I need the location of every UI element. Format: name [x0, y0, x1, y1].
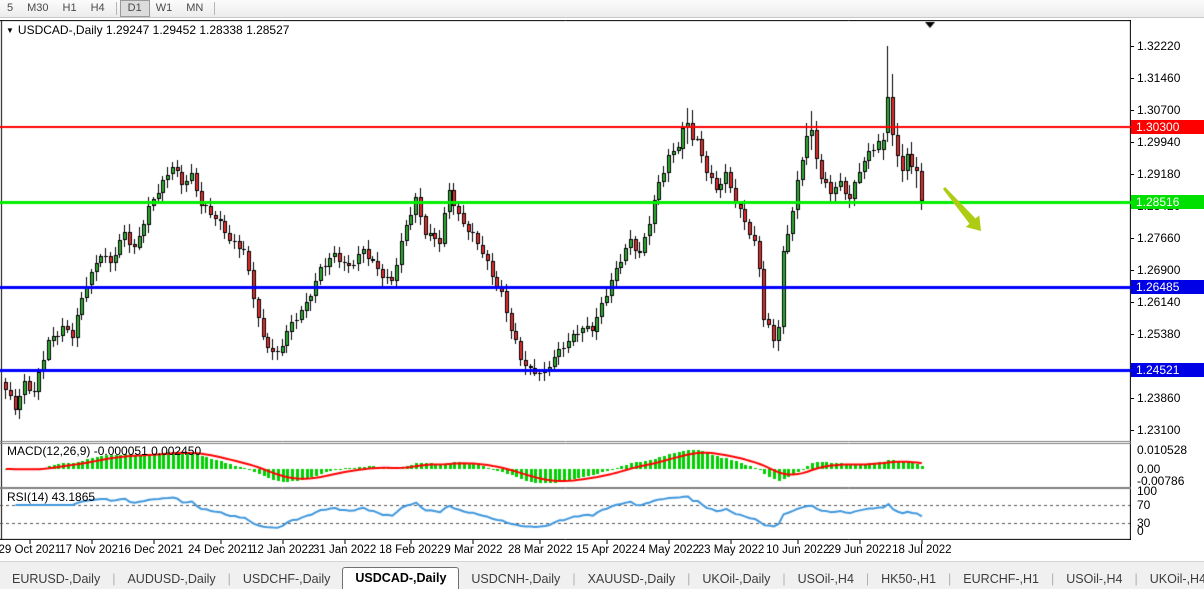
time-tick-label: 24 Dec 2021 — [188, 544, 254, 556]
price-tick-mark — [1131, 109, 1134, 111]
price-chart-canvas[interactable] — [0, 20, 1131, 540]
rsi-axis-label: 100 — [1137, 484, 1158, 498]
time-tick-label: 23 May 2022 — [697, 544, 765, 556]
macd-axis-label: 0.010528 — [1137, 443, 1188, 457]
price-tick-label: 1.26900 — [1137, 263, 1181, 277]
rsi-indicator-label: RSI(14) 43.1865 — [7, 490, 96, 504]
time-tick-label: 4 May 2022 — [638, 544, 700, 556]
time-tick-label: 28 Mar 2022 — [507, 544, 573, 556]
rsi-axis-label: 70 — [1137, 497, 1151, 512]
price-tick-label: 1.23860 — [1137, 391, 1181, 405]
time-tick-label: 15 Apr 2022 — [576, 544, 639, 556]
price-tick-label: 1.32220 — [1137, 39, 1181, 53]
price-tick-label: 1.31460 — [1137, 71, 1181, 85]
time-tick-label: 18 Jul 2022 — [892, 544, 952, 556]
rsi-axis-label: 0 — [1137, 524, 1144, 538]
price-tick-mark — [1131, 173, 1134, 175]
symbol-tab-eurusd-0[interactable]: EURUSD-,Daily — [0, 569, 112, 589]
symbol-tab-usdcnh-4[interactable]: USDCNH-,Daily — [459, 569, 572, 589]
price-tick-mark — [1131, 397, 1134, 399]
price-tick-label: 1.25380 — [1137, 327, 1181, 341]
price-level-badge: 1.24521 — [1131, 363, 1204, 378]
timeframe-button-mn[interactable]: MN — [179, 1, 210, 16]
price-level-badge: 1.28516 — [1131, 194, 1204, 209]
symbol-tab-usdcad-3[interactable]: USDCAD-,Daily — [342, 567, 460, 589]
price-tick-label: 1.29940 — [1137, 135, 1181, 149]
time-tick-label: 29 Jun 2022 — [828, 544, 892, 556]
symbol-tab-hk50-8[interactable]: HK50-,H1 — [869, 569, 948, 589]
time-tick-label: 9 Mar 2022 — [444, 544, 503, 556]
symbol-tab-ukoil-11[interactable]: UKOil-,H4 — [1138, 569, 1204, 589]
time-tick-label: 29 Oct 2021 — [0, 544, 62, 556]
price-tick-label: 1.27660 — [1137, 231, 1181, 245]
timeframe-button-w1[interactable]: W1 — [149, 1, 180, 16]
timeframe-button-h4[interactable]: H4 — [84, 1, 112, 16]
price-tick-label: 1.29180 — [1137, 167, 1181, 181]
symbol-tab-bar: EURUSD-,Daily | AUDUSD-,Daily | USDCHF-,Dail… — [0, 561, 1204, 589]
timeframe-button-h1[interactable]: H1 — [56, 1, 84, 16]
price-tick-mark — [1131, 141, 1134, 143]
price-tick-mark — [1131, 429, 1134, 431]
price-tick-mark — [1131, 45, 1134, 47]
symbol-tab-xauusd-5[interactable]: XAUUSD-,Daily — [576, 569, 688, 589]
price-tick-mark — [1131, 269, 1134, 271]
price-tick-mark — [1131, 333, 1134, 335]
time-tick-label: 31 Jan 2022 — [313, 544, 377, 556]
symbol-tab-usdchf-2[interactable]: USDCHF-,Daily — [231, 569, 343, 589]
timeframe-toolbar: 5 M30 H1 H4 D1 W1 MN — [0, 0, 1204, 18]
mt4-chart-window: 5 M30 H1 H4 D1 W1 MN ▼ USDCAD-,Daily 1.29247 1.… — [0, 0, 1204, 589]
time-tick-label: 17 Nov 2021 — [59, 544, 125, 556]
symbol-tab-usoil-7[interactable]: USOil-,H4 — [786, 569, 866, 589]
timeframe-button-m30[interactable]: M30 — [20, 1, 55, 16]
symbol-tab-audusd-1[interactable]: AUDUSD-,Daily — [115, 569, 227, 589]
price-tick-label: 1.23100 — [1137, 423, 1181, 437]
chart-title-text: USDCAD-,Daily 1.29247 1.29452 1.28338 1.… — [17, 23, 290, 37]
price-tick-mark — [1131, 301, 1134, 303]
timeframe-button-5[interactable]: 5 — [0, 1, 20, 16]
price-tick-label: 1.26140 — [1137, 295, 1181, 309]
chart-title: ▼ USDCAD-,Daily 1.29247 1.29452 1.28338 1… — [6, 23, 289, 37]
symbol-tab-ukoil-6[interactable]: UKOil-,Daily — [690, 569, 782, 589]
symbol-tab-eurchf-9[interactable]: EURCHF-,H1 — [951, 569, 1051, 589]
time-tick-label: 10 Jun 2022 — [766, 544, 830, 556]
price-level-badge: 1.26485 — [1131, 280, 1204, 295]
price-level-badge: 1.30300 — [1131, 119, 1204, 134]
time-tick-label: 18 Feb 2022 — [379, 544, 444, 556]
time-tick-label: 12 Jan 2022 — [251, 544, 315, 556]
macd-indicator-label: MACD(12,26,9) -0.000051 0.002450 — [7, 444, 202, 458]
toolbar-separator — [115, 2, 117, 15]
timeframe-button-d1[interactable]: D1 — [119, 0, 150, 17]
price-tick-mark — [1131, 237, 1134, 239]
price-tick-mark — [1131, 77, 1134, 79]
time-tick-label: 6 Dec 2021 — [124, 544, 184, 556]
symbol-tab-usoil-10[interactable]: USOil-,H4 — [1054, 569, 1134, 589]
down-trend-arrow-annotation — [942, 187, 981, 231]
price-tick-label: 1.30700 — [1137, 103, 1181, 117]
chevron-down-icon: ▼ — [6, 26, 14, 35]
toolbar-separator — [214, 2, 216, 15]
